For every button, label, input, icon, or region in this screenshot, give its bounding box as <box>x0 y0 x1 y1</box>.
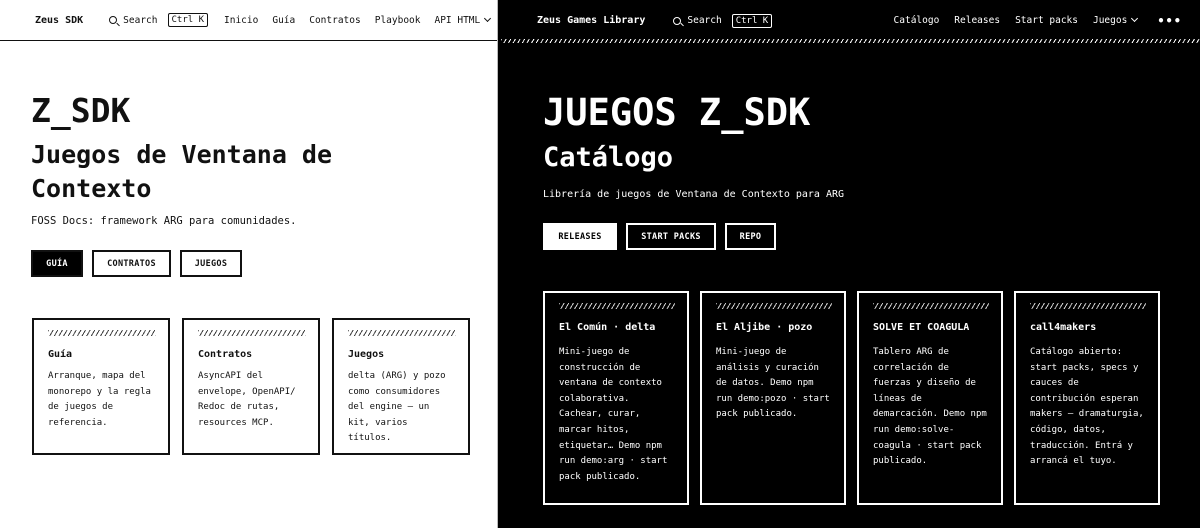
page-title: Z_SDK <box>31 91 131 130</box>
card-el-aljibe-pozo[interactable]: El Aljibe · pozo Mini-juego de análisis … <box>700 291 846 505</box>
library-brand[interactable]: Zeus Games Library <box>537 15 645 26</box>
card-solve-et-coagula[interactable]: SOLVE ET COAGULA Tablero ARG de correlac… <box>857 291 1003 505</box>
releases-button[interactable]: RELEASES <box>543 223 617 250</box>
card-title: SOLVE ET COAGULA <box>873 322 970 333</box>
docs-navbar: Zeus SDK Search Ctrl K Inicio Guía Contr… <box>0 0 497 41</box>
card-hatch <box>198 330 306 336</box>
card-guia[interactable]: Guía Arranque, mapa del monorepo y la re… <box>32 318 170 455</box>
nav-link-catalogo[interactable]: Catálogo <box>894 15 940 26</box>
nav-link-inicio[interactable]: Inicio <box>224 15 258 26</box>
nav-link-guia[interactable]: Guía <box>272 15 295 26</box>
card-body: Catálogo abierto: start packs, specs y c… <box>1030 347 1144 467</box>
page-subtitle: Catálogo <box>543 142 674 173</box>
card-title: El Aljibe · pozo <box>716 322 813 333</box>
more-menu-icon[interactable]: ••• <box>1157 14 1182 28</box>
card-body: Tablero ARG de correlación de fuerzas y … <box>873 347 987 467</box>
library-window: Zeus Games Library Search Ctrl K Catálog… <box>501 0 1200 528</box>
library-navbar: Zeus Games Library Search Ctrl K Catálog… <box>501 0 1200 43</box>
card-body: delta (ARG) y pozo como consumidores del… <box>348 371 446 444</box>
library-search-label: Search <box>687 15 722 26</box>
card-contratos[interactable]: Contratos AsyncAPI del envelope, OpenAPI… <box>182 318 320 455</box>
card-call4makers[interactable]: call4makers Catálogo abierto: start pack… <box>1014 291 1160 505</box>
docs-search-label: Search <box>123 14 158 26</box>
nav-link-api-html[interactable]: API HTML <box>434 14 492 26</box>
card-hatch <box>1030 303 1146 309</box>
search-icon <box>673 16 682 25</box>
card-body: AsyncAPI del envelope, OpenAPI/ Redoc de… <box>198 371 296 428</box>
page-subtitle: Juegos de Ventana de Contexto <box>31 140 333 203</box>
search-icon <box>109 16 118 24</box>
library-search-shortcut: Ctrl K <box>731 13 773 28</box>
page-description: Librería de juegos de Ventana de Context… <box>543 189 845 200</box>
nav-link-api-html-label: API HTML <box>434 14 481 26</box>
contratos-button[interactable]: CONTRATOS <box>92 250 171 277</box>
game-cards: El Común · delta Mini-juego de construcc… <box>543 291 1160 505</box>
card-hatch <box>873 303 989 309</box>
guia-button[interactable]: GUÍA <box>31 250 83 277</box>
card-hatch <box>348 330 456 336</box>
card-hatch <box>48 330 156 336</box>
feature-cards: Guía Arranque, mapa del monorepo y la re… <box>32 318 470 455</box>
card-title: Juegos <box>348 349 385 360</box>
nav-link-playbook[interactable]: Playbook <box>375 15 421 26</box>
card-title: Guía <box>48 349 73 360</box>
nav-link-start-packs[interactable]: Start packs <box>1015 15 1078 26</box>
card-title: El Común · delta <box>559 322 656 333</box>
docs-window: Zeus SDK Search Ctrl K Inicio Guía Contr… <box>0 0 498 528</box>
chevron-down-icon <box>484 14 492 22</box>
chevron-down-icon <box>1131 14 1139 23</box>
nav-link-contratos[interactable]: Contratos <box>309 15 360 26</box>
hero-actions: RELEASES START PACKS REPO <box>543 223 776 250</box>
library-search[interactable]: Search Ctrl K <box>673 13 773 28</box>
nav-hatch-rule <box>501 39 1200 43</box>
card-body: Mini-juego de construcción de ventana de… <box>559 347 668 482</box>
card-title: Contratos <box>198 349 253 360</box>
card-body: Mini-juego de análisis y curación de dat… <box>716 347 830 420</box>
nav-link-releases[interactable]: Releases <box>954 15 1000 26</box>
docs-search[interactable]: Search Ctrl K <box>109 13 209 27</box>
page-title: JUEGOS Z_SDK <box>543 91 811 134</box>
card-juegos[interactable]: Juegos delta (ARG) y pozo como consumido… <box>332 318 470 455</box>
juegos-button[interactable]: JUEGOS <box>180 250 242 277</box>
hero-actions: GUÍA CONTRATOS JUEGOS <box>31 250 242 277</box>
nav-link-juegos-label: Juegos <box>1092 15 1128 26</box>
card-title: call4makers <box>1030 322 1097 333</box>
card-body: Arranque, mapa del monorepo y la regla d… <box>48 371 151 428</box>
card-hatch <box>716 303 832 309</box>
repo-button[interactable]: REPO <box>725 223 776 250</box>
card-el-comun-delta[interactable]: El Común · delta Mini-juego de construcc… <box>543 291 689 505</box>
page-description: FOSS Docs: framework ARG para comunidade… <box>31 215 297 227</box>
start-packs-button[interactable]: START PACKS <box>626 223 716 250</box>
card-hatch <box>559 303 675 309</box>
docs-search-shortcut: Ctrl K <box>167 13 209 27</box>
docs-brand[interactable]: Zeus SDK <box>35 15 83 26</box>
nav-link-juegos[interactable]: Juegos <box>1092 14 1139 26</box>
